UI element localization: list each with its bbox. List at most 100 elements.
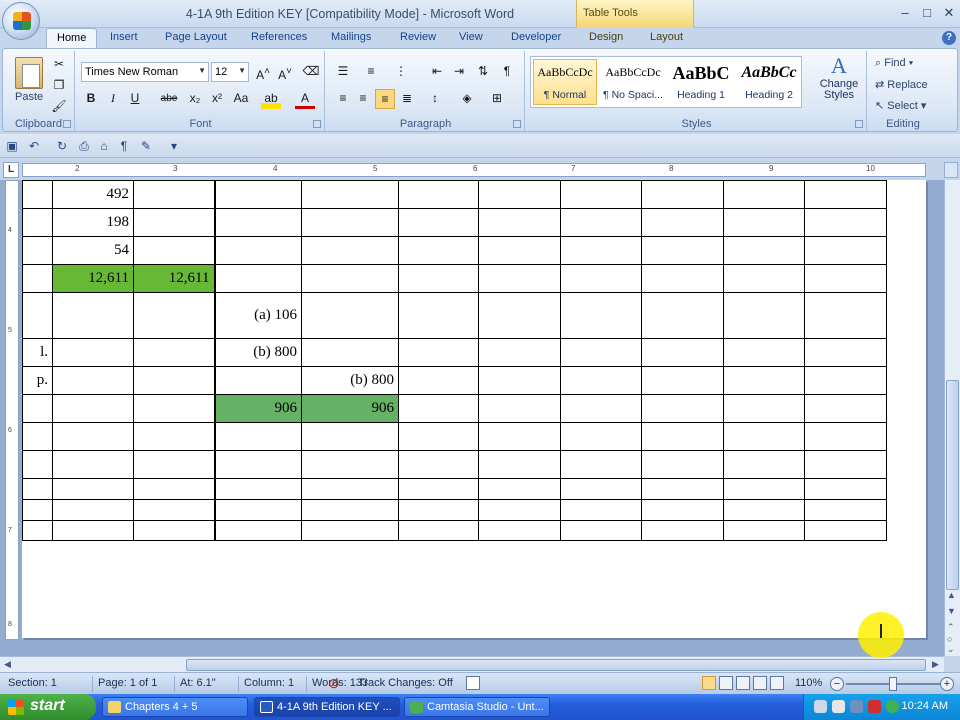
tab-home[interactable]: Home bbox=[46, 28, 98, 49]
document-page[interactable]: 492 198 54 12,611 12,611 (a) 106 l. (b) 800 p. (b… bbox=[22, 180, 926, 638]
style-no-spacing[interactable]: AaBbCcDc ¶ No Spaci... bbox=[601, 59, 665, 105]
zoom-level[interactable]: 110% bbox=[795, 677, 822, 689]
table-cell[interactable] bbox=[398, 208, 479, 237]
table-cell[interactable] bbox=[804, 338, 887, 367]
print-layout-view-icon[interactable] bbox=[702, 676, 716, 690]
macro-record-icon[interactable] bbox=[466, 676, 480, 690]
table-cell[interactable] bbox=[723, 450, 805, 479]
table-cell[interactable] bbox=[22, 236, 53, 265]
scroll-right-arrow-icon[interactable]: ▶ bbox=[932, 659, 939, 670]
table-cell[interactable]: 906 bbox=[214, 394, 302, 423]
table-cell[interactable] bbox=[398, 499, 479, 521]
table-cell[interactable] bbox=[301, 422, 399, 451]
underline-icon[interactable]: U bbox=[125, 89, 145, 109]
table-cell[interactable] bbox=[804, 180, 887, 209]
tab-view[interactable]: View bbox=[459, 31, 483, 43]
table-cell[interactable] bbox=[560, 520, 642, 541]
table-cell[interactable] bbox=[398, 478, 479, 500]
table-cell[interactable] bbox=[723, 366, 805, 395]
tab-review[interactable]: Review bbox=[400, 31, 436, 43]
table-cell[interactable] bbox=[641, 180, 724, 209]
style-heading-1[interactable]: AaBbC Heading 1 bbox=[669, 59, 733, 105]
maximize-button[interactable]: □ bbox=[918, 5, 936, 20]
decrease-indent-icon[interactable]: ⇤ bbox=[427, 62, 447, 82]
superscript-icon[interactable]: x² bbox=[207, 89, 227, 109]
table-cell[interactable]: 906 bbox=[301, 394, 399, 423]
customize-qat-icon[interactable]: ▾ bbox=[166, 138, 182, 154]
status-at[interactable]: At: 6.1" bbox=[180, 677, 216, 689]
table-cell[interactable] bbox=[478, 478, 561, 500]
taskbar-item-chapters[interactable]: Chapters 4 + 5 bbox=[102, 697, 248, 717]
paragraph-dialog-launcher[interactable] bbox=[513, 120, 521, 128]
table-cell[interactable] bbox=[214, 208, 302, 237]
table-cell[interactable] bbox=[560, 208, 642, 237]
table-cell[interactable] bbox=[52, 499, 134, 521]
table-cell[interactable] bbox=[133, 450, 216, 479]
style-normal[interactable]: AaBbCcDc ¶ Normal bbox=[533, 59, 597, 105]
table-cell[interactable] bbox=[133, 236, 216, 265]
table-cell[interactable] bbox=[214, 366, 302, 395]
table-cell[interactable] bbox=[133, 499, 216, 521]
outline-view-icon[interactable] bbox=[753, 676, 767, 690]
close-button[interactable]: ✕ bbox=[940, 5, 958, 21]
record-icon[interactable] bbox=[868, 700, 881, 713]
table-cell[interactable] bbox=[478, 520, 561, 541]
replace-button[interactable]: ⇄ Replace bbox=[875, 78, 928, 91]
shrink-font-icon[interactable]: A˅ bbox=[275, 62, 295, 82]
table-cell[interactable] bbox=[804, 208, 887, 237]
copy-icon[interactable]: ❐ bbox=[49, 76, 69, 96]
table-cell[interactable] bbox=[398, 366, 479, 395]
table-cell[interactable] bbox=[641, 338, 724, 367]
tab-page-layout[interactable]: Page Layout bbox=[165, 31, 227, 43]
status-column[interactable]: Column: 1 bbox=[244, 677, 294, 689]
table-cell[interactable] bbox=[723, 208, 805, 237]
taskbar-item-camtasia[interactable]: Camtasia Studio - Unt... bbox=[404, 697, 550, 717]
table-cell[interactable] bbox=[804, 366, 887, 395]
cut-icon[interactable]: ✂ bbox=[49, 55, 69, 75]
table-cell[interactable] bbox=[804, 450, 887, 479]
table-cell[interactable] bbox=[133, 180, 216, 209]
table-cell[interactable] bbox=[398, 264, 479, 293]
table-cell[interactable] bbox=[301, 478, 399, 500]
tab-mailings[interactable]: Mailings bbox=[331, 31, 371, 43]
web-layout-view-icon[interactable] bbox=[736, 676, 750, 690]
table-cell[interactable] bbox=[214, 499, 302, 521]
table-cell[interactable] bbox=[52, 338, 134, 367]
table-cell[interactable] bbox=[560, 422, 642, 451]
subscript-icon[interactable]: x₂ bbox=[185, 89, 205, 109]
table-cell[interactable] bbox=[723, 180, 805, 209]
status-track-changes[interactable]: Track Changes: Off bbox=[358, 677, 453, 689]
table-cell[interactable] bbox=[478, 394, 561, 423]
table-cell[interactable] bbox=[560, 264, 642, 293]
table-cell[interactable] bbox=[804, 394, 887, 423]
show-formatting-icon[interactable]: ¶ bbox=[497, 62, 517, 82]
table-cell[interactable] bbox=[22, 450, 53, 479]
table-cell[interactable] bbox=[52, 520, 134, 541]
table-cell[interactable] bbox=[52, 394, 134, 423]
next-page-icon[interactable]: ⌄ bbox=[947, 644, 955, 655]
browse-object-icon[interactable]: ○ bbox=[947, 634, 952, 644]
table-cell[interactable] bbox=[301, 208, 399, 237]
taskbar-item-word[interactable]: 4-1A 9th Edition KEY ... bbox=[254, 697, 400, 717]
align-center-icon[interactable]: ≡ bbox=[353, 89, 373, 109]
italic-icon[interactable]: I bbox=[103, 89, 123, 109]
table-cell[interactable] bbox=[641, 292, 724, 339]
zoom-slider-thumb[interactable] bbox=[889, 677, 897, 691]
table-cell[interactable] bbox=[301, 264, 399, 293]
table-cell[interactable]: 198 bbox=[52, 208, 134, 237]
table-cell[interactable] bbox=[478, 450, 561, 479]
styles-dialog-launcher[interactable] bbox=[855, 120, 863, 128]
table-cell[interactable] bbox=[398, 450, 479, 479]
table-cell[interactable] bbox=[301, 236, 399, 265]
table-cell[interactable] bbox=[478, 499, 561, 521]
minimize-button[interactable]: – bbox=[896, 5, 914, 20]
table-cell[interactable] bbox=[52, 450, 134, 479]
table-cell[interactable] bbox=[133, 422, 216, 451]
table-cell[interactable] bbox=[723, 422, 805, 451]
table-cell[interactable] bbox=[398, 338, 479, 367]
table-cell[interactable] bbox=[641, 422, 724, 451]
undo-icon[interactable]: ↶ bbox=[26, 138, 42, 154]
table-cell[interactable] bbox=[560, 450, 642, 479]
table-cell[interactable]: 54 bbox=[52, 236, 134, 265]
draft-view-icon[interactable] bbox=[770, 676, 784, 690]
